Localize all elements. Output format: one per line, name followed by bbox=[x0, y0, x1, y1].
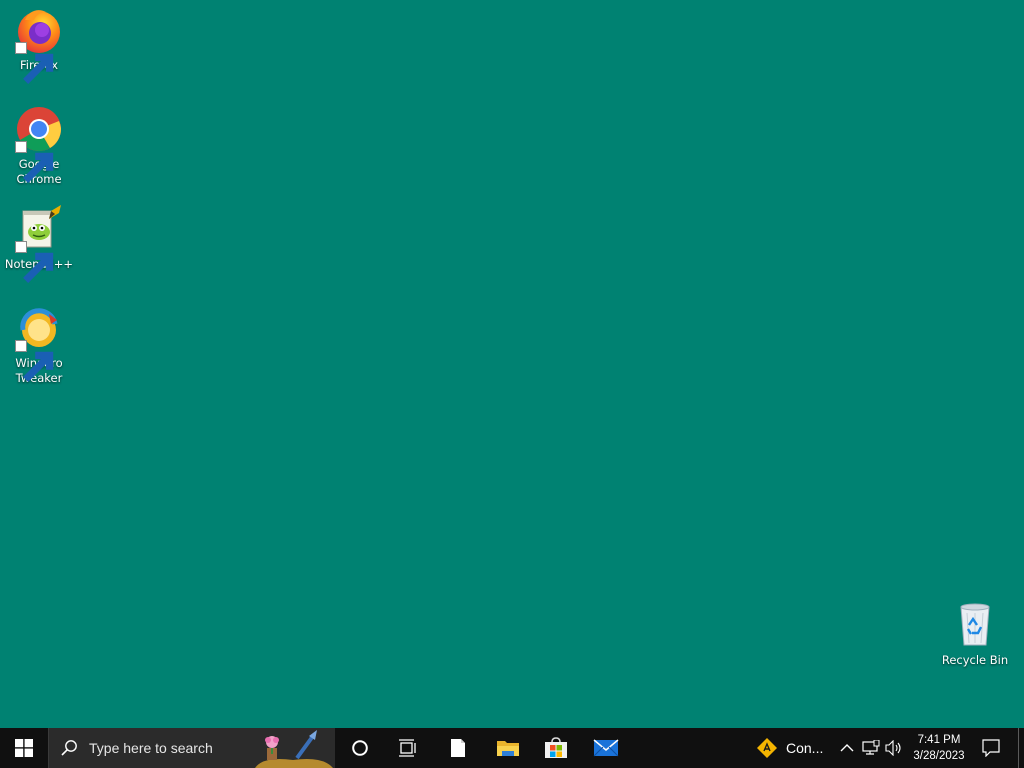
notepad-icon bbox=[451, 739, 465, 757]
recycle-bin-icon bbox=[960, 603, 990, 646]
file-explorer-icon bbox=[497, 741, 519, 756]
taskbar-app-microsoft-store[interactable] bbox=[532, 728, 580, 768]
shortcut-arrow-icon bbox=[15, 241, 54, 283]
taskbar: Type here to search Con... 7:41 PM 3/28/… bbox=[0, 728, 1024, 768]
task-view-icon bbox=[399, 739, 416, 757]
desktop-icon-google-chrome[interactable]: Google Chrome bbox=[1, 105, 77, 187]
desktop-icon-recycle-bin[interactable]: Recycle Bin bbox=[937, 601, 1013, 668]
desktop[interactable]: Firefox Google Chrome Notepad++ Winaero … bbox=[0, 0, 1024, 728]
desktop-icon-winaero-tweaker[interactable]: Winaero Tweaker bbox=[1, 304, 77, 386]
taskbar-app-notepad[interactable] bbox=[434, 728, 482, 768]
clock[interactable]: 7:41 PM 3/28/2023 bbox=[906, 728, 972, 768]
search-highlight-illustration bbox=[255, 730, 333, 768]
cortana-icon bbox=[352, 740, 368, 756]
show-hidden-icons-button[interactable] bbox=[836, 728, 858, 768]
shortcut-arrow-icon bbox=[15, 340, 54, 382]
cortana-button[interactable] bbox=[336, 728, 384, 768]
clock-date: 3/28/2023 bbox=[913, 750, 965, 762]
shortcut-arrow-icon bbox=[15, 42, 54, 84]
network-icon bbox=[862, 740, 880, 755]
mail-icon bbox=[593, 739, 619, 757]
desktop-icon-label: Recycle Bin bbox=[941, 653, 1009, 667]
network-button[interactable] bbox=[860, 728, 882, 768]
start-button[interactable] bbox=[0, 728, 48, 768]
taskbar-app-mail[interactable] bbox=[582, 728, 630, 768]
search-icon bbox=[49, 728, 89, 768]
task-view-button[interactable] bbox=[384, 728, 432, 768]
show-desktop-button[interactable] bbox=[1018, 728, 1019, 768]
action-center-button[interactable] bbox=[974, 728, 1008, 768]
microsoft-store-icon bbox=[545, 737, 567, 758]
desktop-icon-firefox[interactable]: Firefox bbox=[1, 6, 77, 84]
search-placeholder: Type here to search bbox=[89, 740, 213, 756]
volume-button[interactable] bbox=[883, 728, 905, 768]
search-box[interactable]: Type here to search bbox=[48, 728, 335, 768]
clock-time: 7:41 PM bbox=[917, 734, 961, 746]
taskbar-app-file-explorer[interactable] bbox=[484, 728, 532, 768]
shortcut-arrow-icon bbox=[15, 141, 54, 183]
windows-logo-icon bbox=[15, 739, 33, 757]
desktop-icon-notepadpp[interactable]: Notepad++ bbox=[1, 205, 77, 283]
speaker-icon bbox=[885, 740, 901, 756]
chevron-up-icon bbox=[840, 744, 854, 752]
taskbar-app-running[interactable]: Con... bbox=[750, 728, 834, 768]
running-app-label: Con... bbox=[786, 740, 824, 756]
notification-icon bbox=[982, 739, 1000, 757]
app-diamond-icon bbox=[757, 738, 777, 758]
